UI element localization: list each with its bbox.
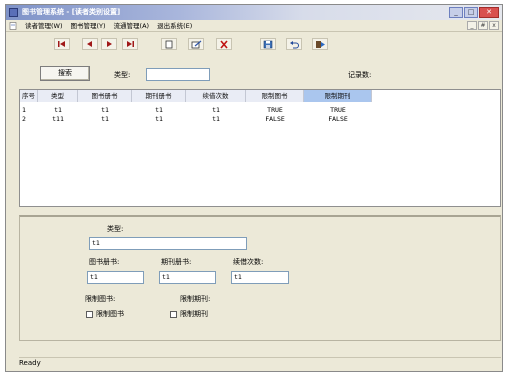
mdi-restore-button[interactable]: # [478,21,488,30]
next-record-button[interactable] [101,38,117,50]
limit-book-checkbox-box[interactable] [86,310,93,318]
record-count-label: 记录数: [348,71,372,79]
app-icon [9,8,18,17]
mdi-controls: _ # x [467,21,499,30]
detail-limit-book-label: 限制图书: [85,295,116,303]
menu-bar: 读者管理(W) 图书管理(Y) 流通管理(A) 退出系统(E) _ # x [6,20,502,32]
previous-record-icon [87,41,92,47]
column-header-book-count[interactable]: 图书册书 [78,90,132,102]
detail-renew-input[interactable]: t1 [231,271,289,284]
records-grid[interactable]: 序号 类型 图书册书 期刊册书 续借次数 限制图书 限制期刊 1 t1 t1 t… [19,89,501,207]
toolbar [6,33,502,55]
previous-record-button[interactable] [82,38,98,50]
search-button[interactable]: 搜索 [40,66,90,81]
maximize-button[interactable]: □ [464,7,478,18]
menu-reader-management[interactable]: 读者管理(W) [21,21,67,31]
cell-limit-book: TRUE [267,106,283,114]
grid-header: 序号 类型 图书册书 期刊册书 续借次数 限制图书 限制期刊 [20,90,500,102]
cell-journal-count: t1 [155,106,163,114]
mdi-minimize-button[interactable]: _ [467,21,477,30]
column-header-limit-journal[interactable]: 限制期刊 [304,90,372,102]
detail-book-count-label: 图书册书: [89,258,120,266]
search-type-label: 类型: [114,71,131,79]
column-header-journal-count[interactable]: 期刊册书 [132,90,186,102]
window-title: 图书管理系统 - [读者类别设置] [22,8,121,16]
document-icon [9,22,17,30]
minimize-button[interactable]: _ [449,7,463,18]
cell-index: 1 [22,106,26,114]
cell-limit-journal: TRUE [330,106,346,114]
search-row: 搜索 类型: 记录数: [6,62,502,82]
undo-icon [289,40,299,48]
menu-exit-system[interactable]: 退出系统(E) [153,21,196,31]
cell-index: 2 [22,115,26,123]
cell-renew-count: t1 [212,106,220,114]
save-icon [263,40,273,48]
edit-icon [191,40,201,48]
detail-form: 类型: t1 图书册书: t1 期刊册书: t1 续借次数: t1 限制图书: … [19,215,501,341]
first-record-button[interactable] [54,38,70,50]
detail-type-input[interactable]: t1 [89,237,247,250]
mdi-close-button[interactable]: x [489,21,499,30]
title-bar[interactable]: 图书管理系统 - [读者类别设置] _ □ ✕ [6,5,502,20]
column-header-index[interactable]: 序号 [20,90,38,102]
cell-book-count: t1 [101,106,109,114]
menu-book-management[interactable]: 图书管理(Y) [67,21,110,31]
cell-limit-book: FALSE [265,115,285,123]
limit-journal-checkbox-box[interactable] [170,310,177,318]
new-document-icon [165,40,173,48]
cell-renew-count: t1 [212,115,220,123]
detail-book-count-input[interactable]: t1 [87,271,144,284]
last-record-button[interactable] [122,38,138,50]
undo-button[interactable] [286,38,302,50]
table-row[interactable]: 1 t1 t1 t1 t1 TRUE TRUE [20,106,500,115]
window-controls: _ □ ✕ [449,7,499,18]
column-header-limit-book[interactable]: 限制图书 [246,90,304,102]
limit-book-checkbox-label: 限制图书 [96,310,124,318]
next-record-icon [107,41,112,47]
detail-renew-label: 续借次数: [233,258,264,266]
exit-icon [315,40,325,48]
status-text: Ready [19,359,41,367]
detail-journal-count-input[interactable]: t1 [159,271,216,284]
column-header-type[interactable]: 类型 [38,90,78,102]
detail-type-label: 类型: [107,225,124,233]
column-header-renew-count[interactable]: 续借次数 [186,90,246,102]
cell-limit-journal: FALSE [328,115,348,123]
delete-icon [220,39,228,49]
limit-journal-checkbox-label: 限制期刊 [180,310,208,318]
last-record-icon [127,41,134,47]
search-type-input[interactable] [146,68,210,81]
limit-book-checkbox[interactable]: 限制图书 [86,309,124,319]
status-bar: Ready [19,357,501,368]
menu-circulation-management[interactable]: 流通管理(A) [110,21,154,31]
edit-record-button[interactable] [188,38,204,50]
first-record-icon [58,41,65,47]
limit-journal-checkbox[interactable]: 限制期刊 [170,309,208,319]
cell-type: t1 [54,106,62,114]
detail-limit-journal-label: 限制期刊: [180,295,211,303]
cell-journal-count: t1 [155,115,163,123]
close-button[interactable]: ✕ [479,7,499,18]
save-record-button[interactable] [260,38,276,50]
new-record-button[interactable] [161,38,177,50]
exit-button[interactable] [312,38,328,50]
table-row[interactable]: 2 t11 t1 t1 t1 FALSE FALSE [20,115,500,124]
delete-record-button[interactable] [216,38,232,50]
cell-type: t11 [52,115,64,123]
detail-journal-count-label: 期刊册书: [161,258,192,266]
cell-book-count: t1 [101,115,109,123]
